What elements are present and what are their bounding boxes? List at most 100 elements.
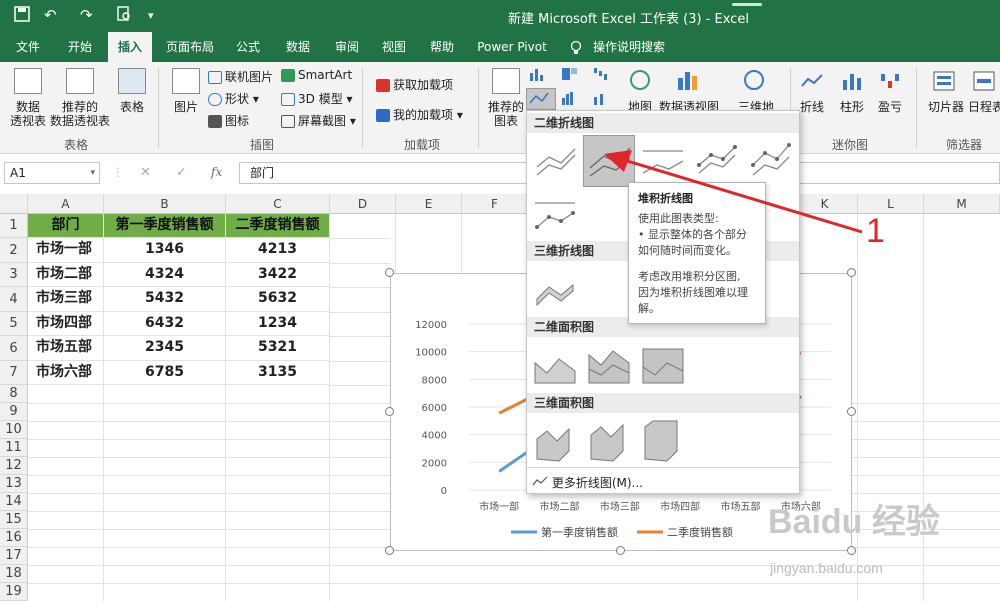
table-row-cell[interactable]: 5632 xyxy=(226,287,330,312)
col-header-L[interactable]: L xyxy=(858,194,924,214)
sparkline-column-button[interactable]: 柱形 xyxy=(834,100,870,114)
100-stacked-area-thumb[interactable] xyxy=(639,341,687,389)
100-stacked-line-markers-thumb[interactable] xyxy=(531,191,579,239)
col-header-D[interactable]: D xyxy=(330,194,396,214)
row-header-16[interactable]: 16 xyxy=(0,529,28,547)
row-header-18[interactable]: 18 xyxy=(0,565,28,583)
sparkline-column-icon[interactable] xyxy=(840,70,866,95)
chart-resize-handle[interactable] xyxy=(385,546,394,555)
row-header-10[interactable]: 10 xyxy=(0,421,28,439)
smartart-button[interactable]: SmartArt xyxy=(281,68,352,82)
undo-icon[interactable]: ↶ xyxy=(44,6,57,24)
table-row-cell[interactable]: 市场一部 xyxy=(28,238,104,263)
icons-button[interactable]: 图标 xyxy=(208,112,249,129)
pivot-table-button[interactable]: 数据 透视表 xyxy=(4,100,52,128)
waterfall-chart-icon[interactable] xyxy=(592,66,614,85)
combo-chart-icon[interactable] xyxy=(592,90,614,109)
row-header-4[interactable]: 4 xyxy=(0,287,28,312)
recommended-charts-button[interactable]: 推荐的 图表 xyxy=(484,100,528,128)
tab-insert[interactable]: 插入 xyxy=(108,32,152,62)
model3d-button[interactable]: 3D 模型 ▾ xyxy=(281,90,353,107)
picture-button[interactable]: 图片 xyxy=(164,100,208,114)
table-row-cell[interactable]: 1346 xyxy=(104,238,226,263)
table-button[interactable]: 表格 xyxy=(112,100,152,114)
slicer-button[interactable]: 切片器 xyxy=(924,100,968,114)
line-chart-button-active[interactable] xyxy=(526,88,556,110)
col-header-M[interactable]: M xyxy=(924,194,1000,214)
print-preview-icon[interactable] xyxy=(116,6,132,26)
table-row-cell[interactable]: 4324 xyxy=(104,263,226,287)
column-chart-icon[interactable] xyxy=(528,66,550,85)
stacked-line-thumb[interactable] xyxy=(583,135,635,187)
get-addins-button[interactable]: 获取加载项 xyxy=(376,76,453,93)
3d-area-thumb[interactable] xyxy=(531,417,579,465)
row-header-15[interactable]: 15 xyxy=(0,511,28,529)
tab-help[interactable]: 帮助 xyxy=(422,32,462,62)
cancel-icon[interactable]: ✕ xyxy=(140,165,151,180)
table-row-cell[interactable]: 6432 xyxy=(104,312,226,336)
tab-home[interactable]: 开始 xyxy=(58,32,102,62)
row-header-14[interactable]: 14 xyxy=(0,493,28,511)
tab-formulas[interactable]: 公式 xyxy=(228,32,268,62)
col-header-C[interactable]: C xyxy=(226,194,330,214)
tab-data[interactable]: 数据 xyxy=(278,32,318,62)
tab-view[interactable]: 视图 xyxy=(374,32,414,62)
hierarchy-chart-icon[interactable] xyxy=(560,66,582,85)
100-stacked-line-thumb[interactable] xyxy=(639,137,687,185)
row-header-11[interactable]: 11 xyxy=(0,439,28,457)
row-header-9[interactable]: 9 xyxy=(0,403,28,421)
redo-icon[interactable]: ↷ xyxy=(80,6,93,24)
tab-page-layout[interactable]: 页面布局 xyxy=(160,32,220,62)
col-header-K[interactable]: K xyxy=(792,194,858,214)
row-header-19[interactable]: 19 xyxy=(0,583,28,601)
sparkline-line-icon[interactable] xyxy=(800,70,826,95)
table-row-cell[interactable]: 1234 xyxy=(226,312,330,336)
statistic-chart-icon[interactable] xyxy=(560,90,582,109)
stacked-area-thumb[interactable] xyxy=(585,341,633,389)
cell-B1[interactable]: 第一季度销售额 xyxy=(104,214,226,238)
table-row-cell[interactable]: 5321 xyxy=(226,336,330,361)
chart-resize-handle[interactable] xyxy=(385,407,394,416)
row-header-5[interactable]: 5 xyxy=(0,312,28,336)
fx-icon[interactable]: fx xyxy=(211,165,222,179)
col-header-B[interactable]: B xyxy=(104,194,226,214)
line-thumb[interactable] xyxy=(531,137,579,185)
tab-review[interactable]: 审阅 xyxy=(327,32,367,62)
row-header-6[interactable]: 6 xyxy=(0,336,28,361)
cell-A1[interactable]: 部门 xyxy=(28,214,104,238)
my-addins-button[interactable]: 我的加载项 ▾ xyxy=(376,106,463,123)
stacked-line-markers-thumb[interactable] xyxy=(747,137,795,185)
slicer-icon[interactable] xyxy=(932,70,956,95)
chevron-down-icon[interactable]: ▾ xyxy=(90,163,95,183)
check-icon[interactable]: ✓ xyxy=(176,165,187,180)
table-row-cell[interactable]: 市场二部 xyxy=(28,263,104,287)
tab-file[interactable]: 文件 xyxy=(6,32,50,62)
table-row-cell[interactable]: 市场五部 xyxy=(28,336,104,361)
shapes-button[interactable]: 形状 ▾ xyxy=(208,90,259,107)
map3d-icon[interactable] xyxy=(742,68,766,95)
col-header-E[interactable]: E xyxy=(396,194,462,214)
table-row-cell[interactable]: 2345 xyxy=(104,336,226,361)
table-row-cell[interactable]: 6785 xyxy=(104,361,226,385)
3d-stacked-area-thumb[interactable] xyxy=(585,417,633,465)
recommended-pivot-button[interactable]: 推荐的 数据透视表 xyxy=(48,100,112,128)
table-row-cell[interactable]: 市场四部 xyxy=(28,312,104,336)
table-row-cell[interactable]: 市场六部 xyxy=(28,361,104,385)
cell-C1[interactable]: 二季度销售额 xyxy=(226,214,330,238)
save-icon[interactable] xyxy=(14,6,30,26)
col-header-F[interactable]: F xyxy=(462,194,528,214)
table-row-cell[interactable]: 4213 xyxy=(226,238,330,263)
row-header-3[interactable]: 3 xyxy=(0,263,28,287)
timeline-icon[interactable] xyxy=(972,70,996,95)
online-pictures-button[interactable]: 联机图片 xyxy=(208,68,273,85)
col-header-A[interactable]: A xyxy=(28,194,104,214)
chart-resize-handle[interactable] xyxy=(616,546,625,555)
row-header-8[interactable]: 8 xyxy=(0,385,28,403)
row-header-2[interactable]: 2 xyxy=(0,238,28,263)
row-header-12[interactable]: 12 xyxy=(0,457,28,475)
customize-qat-icon[interactable]: ▾ xyxy=(148,9,154,22)
select-all-corner[interactable] xyxy=(0,194,28,214)
sparkline-winloss-button[interactable]: 盈亏 xyxy=(872,100,908,114)
tab-power-pivot[interactable]: Power Pivot xyxy=(472,32,552,62)
name-box[interactable]: A1 ▾ xyxy=(4,162,100,184)
